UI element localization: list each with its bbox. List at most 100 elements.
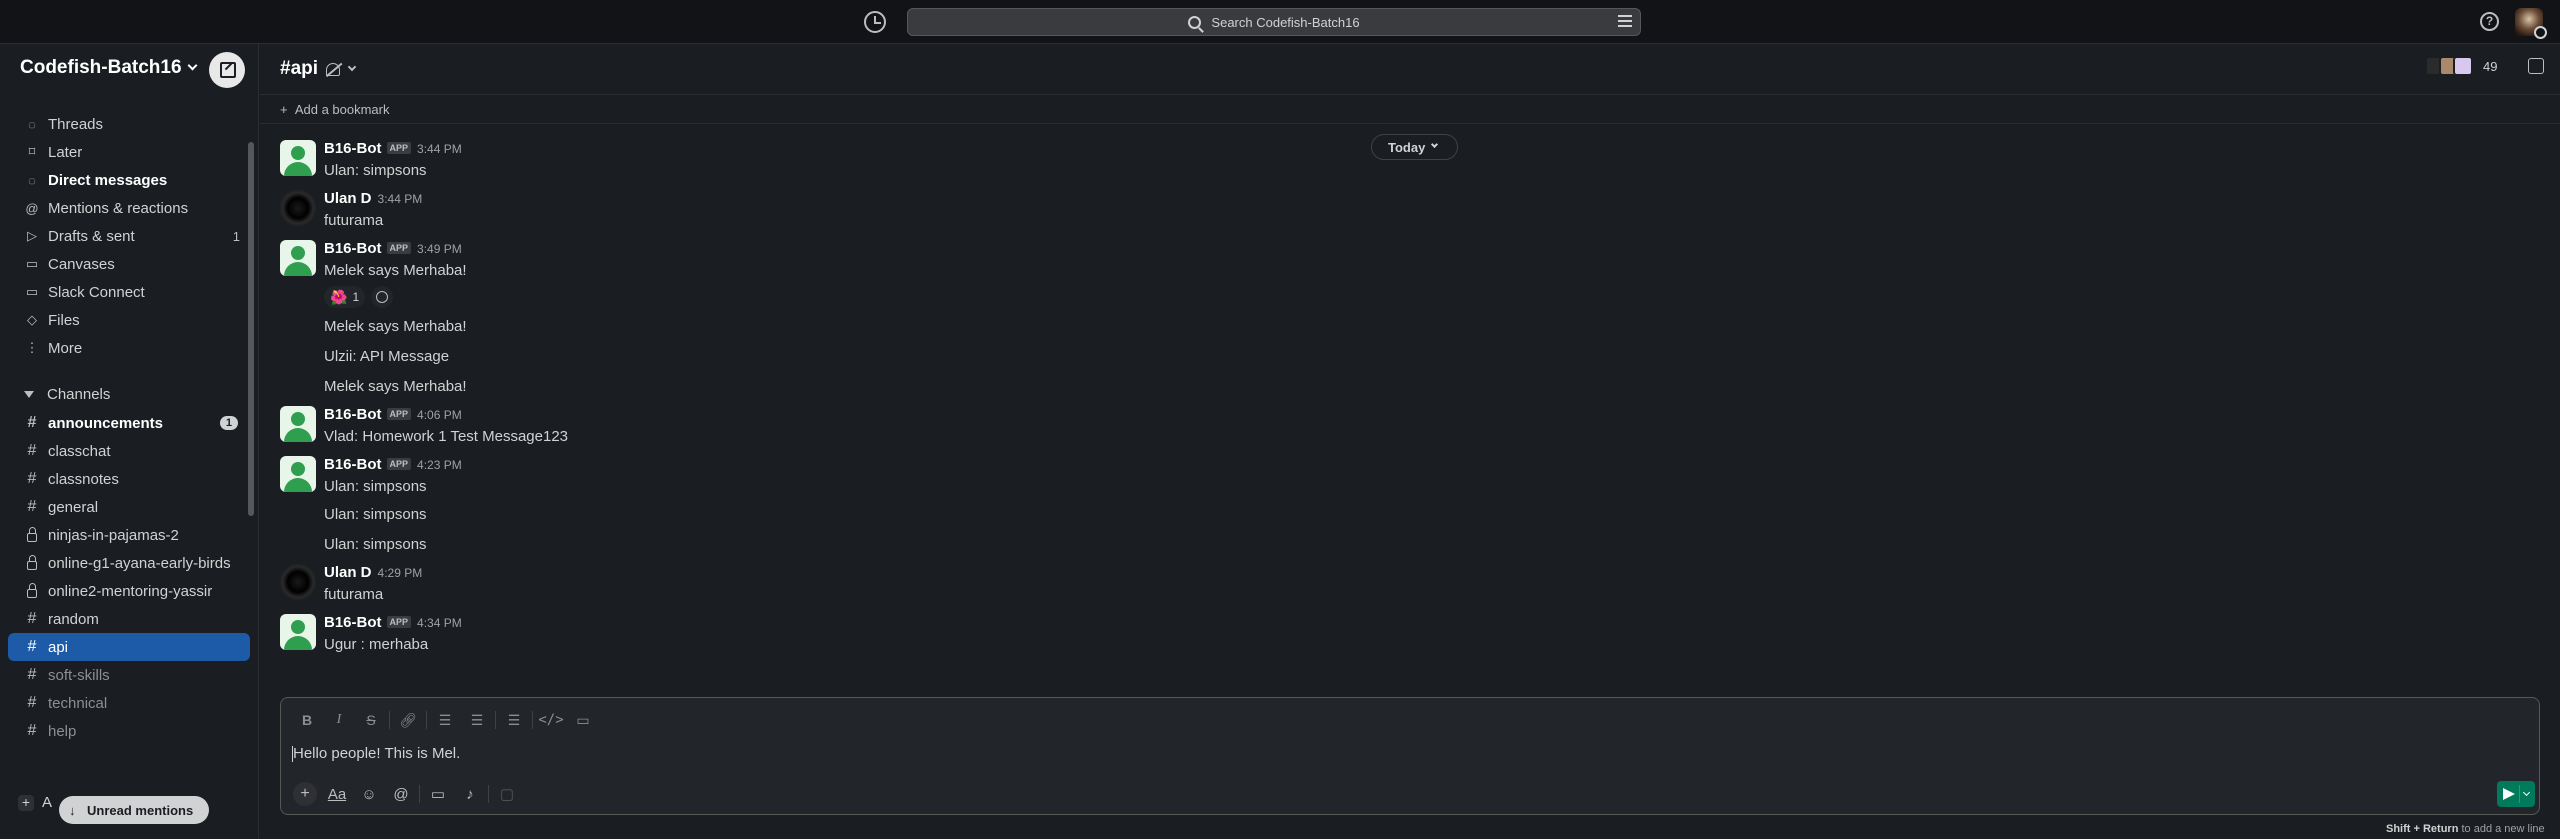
message[interactable]: B16-Bot APP 4:23 PM Ulan: simpsons xyxy=(280,456,1480,498)
canvas-icon[interactable] xyxy=(2528,58,2544,74)
message-avatar[interactable] xyxy=(280,240,316,276)
microphone-icon[interactable]: ♪ xyxy=(458,782,482,806)
channels-section-header[interactable]: Channels xyxy=(24,386,110,403)
filter-icon[interactable] xyxy=(1618,15,1632,29)
channel-item-classchat[interactable]: # classchat xyxy=(8,437,250,465)
channel-item-general[interactable]: # general xyxy=(8,493,250,521)
message-header: B16-Bot APP 4:06 PM xyxy=(324,406,1480,426)
lock-icon xyxy=(27,582,37,598)
user-avatar[interactable] xyxy=(2515,8,2547,39)
send-button[interactable] xyxy=(2497,781,2535,807)
channel-title-button[interactable]: # api xyxy=(280,58,357,80)
ordered-list-icon[interactable]: ☰ xyxy=(433,708,457,732)
message[interactable]: Ulan D 4:29 PM futurama xyxy=(280,564,1480,606)
workspace-switcher[interactable]: Codefish-Batch16 xyxy=(20,57,197,79)
channel-item-random[interactable]: # random xyxy=(8,605,250,633)
message-author[interactable]: B16-Bot xyxy=(324,406,382,423)
reaction-pill[interactable]: 🌺 1 xyxy=(324,286,366,308)
message-author[interactable]: B16-Bot xyxy=(324,240,382,257)
message-timestamp[interactable]: 3:44 PM xyxy=(378,192,423,206)
sidebar-item-threads[interactable]: ◌ Threads xyxy=(0,110,258,138)
bulleted-list-icon[interactable]: ☰ xyxy=(465,708,489,732)
message-continuation[interactable]: Melek says Merhaba! xyxy=(280,376,1480,398)
message[interactable]: B16-Bot APP 3:44 PM Ulan: simpsons xyxy=(280,140,1480,182)
channel-item-announcements[interactable]: # announcements 1 xyxy=(8,409,250,437)
message-avatar[interactable] xyxy=(280,190,316,226)
message-timestamp[interactable]: 4:06 PM xyxy=(417,408,462,422)
message-timestamp[interactable]: 4:34 PM xyxy=(417,616,462,630)
channel-item-classnotes[interactable]: # classnotes xyxy=(8,465,250,493)
message[interactable]: B16-Bot APP 4:06 PM Vlad: Homework 1 Test M… xyxy=(280,406,1480,448)
link-icon[interactable]: 🔗︎ xyxy=(396,708,420,732)
strikethrough-icon[interactable]: S xyxy=(359,708,383,732)
compose-button[interactable] xyxy=(209,52,245,88)
message-continuation[interactable]: Ulan: simpsons xyxy=(280,534,1480,556)
threads-icon: ◌ xyxy=(28,116,36,132)
message-avatar[interactable] xyxy=(280,564,316,600)
channel-item-technical[interactable]: # technical xyxy=(8,689,250,717)
sidebar-item-direct-messages[interactable]: ◌ Direct messages xyxy=(0,166,258,194)
message-author[interactable]: B16-Bot xyxy=(324,614,382,631)
search-bar[interactable]: Search Codefish-Batch16 xyxy=(907,8,1641,36)
date-divider-button[interactable]: Today xyxy=(1371,134,1459,160)
message-avatar[interactable] xyxy=(280,614,316,650)
hash-icon: # xyxy=(27,414,37,431)
channel-item-soft-skills[interactable]: # soft-skills xyxy=(8,661,250,689)
sidebar-item-more[interactable]: ⋮ More xyxy=(0,334,258,362)
message-timestamp[interactable]: 4:23 PM xyxy=(417,458,462,472)
slash-command-icon[interactable]: ▢ xyxy=(495,782,519,806)
video-icon[interactable]: ▭ xyxy=(426,782,450,806)
help-icon[interactable]: ? xyxy=(2480,12,2499,31)
code-block-icon[interactable]: ▭ xyxy=(571,708,595,732)
mention-icon[interactable]: @ xyxy=(389,782,413,806)
channel-item-online2-mentoring-yassir[interactable]: online2-mentoring-yassir xyxy=(8,577,250,605)
plus-icon[interactable]: + xyxy=(293,782,317,806)
bold-icon[interactable]: B xyxy=(295,708,319,732)
send-icon xyxy=(2503,788,2515,800)
message-avatar[interactable] xyxy=(280,140,316,176)
channel-item-help[interactable]: # help xyxy=(8,717,250,745)
message[interactable]: Ulan D 3:44 PM futurama xyxy=(280,190,1480,232)
channel-item-ninjas-in-pajamas-2[interactable]: ninjas-in-pajamas-2 xyxy=(8,521,250,549)
schedule-chevron-icon[interactable] xyxy=(2522,788,2531,796)
channel-item-online-g1-ayana-early-birds[interactable]: online-g1-ayana-early-birds xyxy=(8,549,250,577)
message-timestamp[interactable]: 4:29 PM xyxy=(378,566,423,580)
sidebar-item-later[interactable]: ⌑ Later xyxy=(0,138,258,166)
sidebar-item-mentions-reactions[interactable]: @ Mentions & reactions xyxy=(0,194,258,222)
message-input[interactable]: Hello people! This is Mel. xyxy=(291,745,460,762)
unread-mentions-button[interactable]: Unread mentions xyxy=(59,796,210,824)
workspace-name: Codefish-Batch16 xyxy=(20,57,182,78)
add-channels-button[interactable]: + A xyxy=(18,794,52,811)
channel-item-api[interactable]: # api xyxy=(8,633,250,661)
code-icon[interactable]: </> xyxy=(538,708,563,732)
reaction-count: 1 xyxy=(352,290,360,304)
message[interactable]: B16-Bot APP 3:49 PM Melek says Merhaba! 🌺 1 xyxy=(280,240,1480,308)
blockquote-icon[interactable]: ☰ xyxy=(502,708,526,732)
sidebar-item-canvases[interactable]: ▭ Canvases xyxy=(0,250,258,278)
message-timestamp[interactable]: 3:49 PM xyxy=(417,242,462,256)
italic-icon[interactable]: I xyxy=(327,708,351,732)
sidebar-item-label: Threads xyxy=(48,115,104,133)
message[interactable]: B16-Bot APP 4:34 PM Ugur : merhaba xyxy=(280,614,1480,656)
message-author[interactable]: Ulan D xyxy=(324,564,372,581)
message-continuation[interactable]: Melek says Merhaba! xyxy=(280,316,1480,338)
text-format-icon[interactable]: Aa xyxy=(325,782,349,806)
history-icon[interactable] xyxy=(864,11,886,33)
members-button[interactable]: 49 xyxy=(2425,56,2497,76)
sidebar-item-files[interactable]: ◇ Files xyxy=(0,306,258,334)
message-text: Vlad: Homework 1 Test Message123 xyxy=(324,428,569,445)
sidebar-item-slack-connect[interactable]: ▭ Slack Connect xyxy=(0,278,258,306)
add-reaction-icon[interactable] xyxy=(371,286,394,308)
sidebar-item-drafts-sent[interactable]: ▷ Drafts & sent 1 xyxy=(0,222,258,250)
message-author[interactable]: Ulan D xyxy=(324,190,372,207)
sidebar-scrollbar[interactable] xyxy=(248,142,254,516)
message-author[interactable]: B16-Bot xyxy=(324,456,382,473)
message-continuation[interactable]: Ulzii: API Message xyxy=(280,346,1480,368)
emoji-icon[interactable]: ☺ xyxy=(357,782,381,806)
message-avatar[interactable] xyxy=(280,456,316,492)
message-timestamp[interactable]: 3:44 PM xyxy=(417,142,462,156)
message-author[interactable]: B16-Bot xyxy=(324,140,382,157)
message-continuation[interactable]: Ulan: simpsons xyxy=(280,504,1480,526)
add-bookmark-button[interactable]: + Add a bookmark xyxy=(280,102,390,117)
message-avatar[interactable] xyxy=(280,406,316,442)
